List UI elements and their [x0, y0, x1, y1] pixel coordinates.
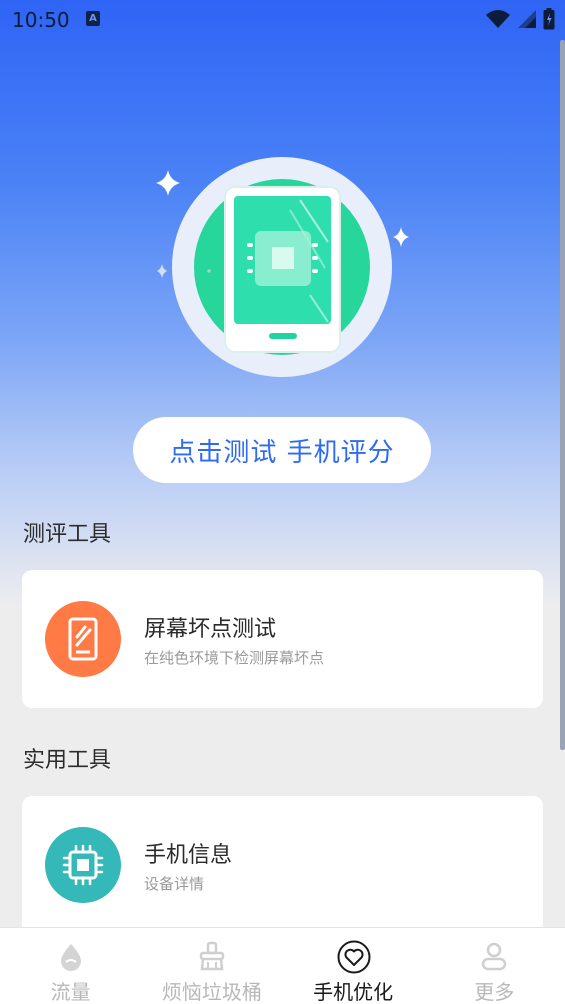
nav-label: 烦恼垃圾桶	[161, 980, 262, 1004]
card-subtitle: 设备详情	[144, 875, 205, 893]
nav-item-traffic[interactable]: 流量	[0, 928, 141, 1004]
nav-label: 流量	[50, 980, 91, 1004]
wifi-icon	[485, 9, 511, 33]
heart-icon	[337, 940, 371, 974]
nav-item-phone-optimize[interactable]: 手机优化	[283, 928, 424, 1004]
signal-icon	[517, 9, 537, 33]
a-notification-icon: A	[86, 11, 100, 26]
card-phone-info[interactable]: 手机信息 设备详情	[22, 796, 543, 934]
card-screen-dead-pixel-test[interactable]: 屏幕坏点测试 在纯色环境下检测屏幕坏点	[22, 570, 543, 708]
nav-label: 手机优化	[313, 980, 394, 1004]
phone-screen-icon	[45, 601, 121, 677]
card-title: 手机信息	[144, 843, 233, 868]
card-subtitle: 在纯色环境下检测屏幕坏点	[144, 649, 325, 667]
nav-item-trash[interactable]: 烦恼垃圾桶	[141, 928, 282, 1004]
nav-label: 更多	[474, 980, 515, 1004]
nav-item-more[interactable]: 更多	[424, 928, 565, 1004]
test-score-button[interactable]: 点击测试 手机评分	[133, 417, 431, 483]
card-title: 屏幕坏点测试	[144, 617, 277, 642]
status-bar: 10:50 A	[0, 0, 565, 40]
section-title-utilities: 实用工具	[23, 748, 112, 773]
bottom-navigation: 流量 烦恼垃圾桶 手机优化 更多	[0, 927, 565, 1004]
status-time: 10:50	[12, 8, 70, 32]
chip-icon	[45, 827, 121, 903]
phone-chip-icon	[156, 170, 409, 353]
scrollbar[interactable]	[560, 40, 565, 750]
section-title-evaluation: 测评工具	[23, 522, 112, 547]
battery-icon	[543, 8, 555, 34]
status-icons	[485, 8, 555, 34]
person-icon	[478, 940, 510, 972]
drop-icon	[55, 940, 87, 972]
broom-icon	[196, 940, 228, 972]
